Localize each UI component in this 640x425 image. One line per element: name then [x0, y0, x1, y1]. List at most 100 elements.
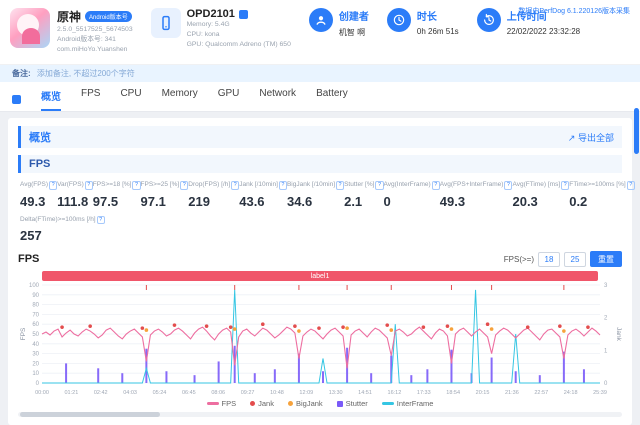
fps-threshold-controls: FPS(>=) 重置 — [504, 251, 622, 268]
stat-Jank [/10min]: Jank [/10min]? 43.6 — [239, 181, 287, 209]
help-icon[interactable]: ? — [180, 181, 189, 190]
stat-label: Var(FPS)? — [57, 181, 93, 190]
help-icon[interactable]: ? — [375, 181, 384, 190]
svg-text:0: 0 — [36, 381, 40, 387]
stat-Avg(FTime) [ms]: Avg(FTime) [ms]? 20.3 — [512, 181, 570, 209]
legend-item-Stutter[interactable]: Stutter — [336, 399, 368, 409]
svg-text:50: 50 — [32, 332, 39, 338]
duration-label: 时长 — [416, 12, 437, 23]
svg-text:04:03: 04:03 — [123, 390, 137, 396]
tab-Battery[interactable]: Battery — [316, 88, 348, 111]
stat-label: BigJank [/10min]? — [287, 181, 345, 190]
upload-time-value: 22/02/2022 23:32:28 — [506, 27, 581, 36]
stat-value: 97.1 — [140, 193, 166, 209]
stat-label: Drop(FPS) [/h]? — [188, 181, 240, 190]
svg-text:0: 0 — [604, 381, 608, 387]
clock-icon — [386, 8, 411, 32]
fps-chart-header: FPS FPS(>=) 重置 — [18, 251, 622, 268]
fps-line — [41, 326, 601, 369]
svg-text:09:27: 09:27 — [241, 390, 255, 396]
svg-text:70: 70 — [32, 313, 39, 319]
tab-Network[interactable]: Network — [259, 88, 296, 111]
reset-button[interactable]: 重置 — [590, 251, 622, 268]
interframe-legend-marker-icon — [381, 402, 394, 406]
help-icon[interactable]: ? — [132, 181, 141, 190]
chart-legend: FPS Jank BigJank Stutter InterFrame — [18, 399, 622, 408]
help-icon[interactable]: ? — [626, 181, 635, 190]
stat-Var(FPS): Var(FPS)? 111.8 — [57, 181, 93, 209]
tab-GPU[interactable]: GPU — [218, 88, 240, 111]
legend-item-Jank[interactable]: Jank — [250, 399, 274, 408]
help-icon[interactable]: ? — [84, 181, 93, 190]
menu-icon[interactable] — [12, 95, 21, 104]
fps-threshold-input-1[interactable] — [538, 251, 560, 267]
note-bar: 备注: 添加备注, 不超过200个字符 — [0, 65, 640, 82]
stat-label: Avg(FTime) [ms]? — [512, 181, 570, 190]
device-memory: Memory: 5.4G — [186, 21, 230, 28]
svg-text:10:48: 10:48 — [270, 390, 284, 396]
legend-item-BigJank[interactable]: BigJank — [287, 399, 323, 408]
stat-BigJank [/10min]: BigJank [/10min]? 34.6 — [287, 181, 345, 209]
chart-label-banner[interactable]: label1 — [42, 271, 598, 282]
overview-section-header: 概览 ↗ 导出全部 — [18, 126, 622, 148]
stat-Avg(FPS+InterFrame): Avg(FPS+InterFrame)? 49.3 — [440, 181, 513, 209]
svg-text:17:33: 17:33 — [417, 390, 431, 396]
app-android-version: Android版本号: 341 — [57, 35, 116, 43]
tab-FPS[interactable]: FPS — [81, 88, 100, 111]
svg-text:22:57: 22:57 — [534, 390, 548, 396]
help-icon[interactable]: ? — [431, 181, 440, 190]
help-icon[interactable]: ? — [336, 181, 345, 190]
app-package: com.miHoYo.Yuanshen — [57, 45, 128, 53]
svg-text:06:45: 06:45 — [182, 390, 196, 396]
fps-chart[interactable]: 0 10 20 30 40 50 60 70 80 90 100 0 1 2 3 FPS Jank 00:00 01… — [18, 281, 622, 399]
jank-dots — [60, 322, 590, 331]
horizontal-scrollbar[interactable] — [18, 412, 622, 418]
jank-legend-marker-icon — [250, 401, 256, 407]
svg-text:2: 2 — [604, 316, 608, 322]
tab-CPU[interactable]: CPU — [120, 88, 141, 111]
legend-label: FPS — [221, 399, 237, 409]
fps-threshold-input-2[interactable] — [564, 251, 586, 267]
stat-value: 111.8 — [57, 193, 89, 209]
fps-section-title: FPS — [29, 158, 51, 170]
stat-FPS>=18 [%]: FPS>=18 [%]? 97.5 — [93, 181, 141, 209]
stat-label: Stutter [%]? — [344, 181, 384, 190]
svg-text:12:09: 12:09 — [299, 390, 313, 396]
device-badge-icon — [238, 9, 248, 19]
legend-label: Stutter — [345, 399, 368, 409]
stat-label: FPS>=18 [%]? — [93, 181, 141, 190]
help-icon[interactable]: ? — [504, 181, 513, 190]
svg-text:02:42: 02:42 — [94, 390, 108, 396]
creator-label: 创建者 — [338, 12, 369, 23]
vertical-scrollbar-thumb[interactable] — [634, 108, 639, 154]
help-icon[interactable]: ? — [49, 181, 58, 190]
help-icon[interactable]: ? — [96, 215, 105, 225]
stat-value: 219 — [188, 193, 210, 209]
help-icon[interactable]: ? — [231, 181, 240, 190]
horizontal-scrollbar-thumb[interactable] — [20, 412, 160, 418]
stat-value: 257 — [20, 228, 42, 244]
fps-chart-title: FPS — [18, 253, 40, 266]
svg-text:24:18: 24:18 — [564, 390, 578, 396]
legend-item-InterFrame[interactable]: InterFrame — [381, 399, 433, 408]
help-icon[interactable]: ? — [278, 181, 287, 190]
tab-概览[interactable]: 概览 — [41, 88, 61, 111]
svg-text:80: 80 — [32, 303, 39, 309]
help-icon[interactable]: ? — [561, 181, 570, 190]
overview-card: 概览 ↗ 导出全部 FPS Avg(FPS)? 49.3 Var(FPS)? 111.… — [8, 118, 635, 425]
phone-icon — [150, 8, 181, 38]
stutter-legend-marker-icon — [336, 400, 343, 407]
svg-text:08:06: 08:06 — [211, 390, 225, 396]
device-info: OPD2101 Memory: 5.4G CPU: kona GPU: Qual… — [187, 8, 291, 60]
stat-label: FTime>=100ms [%]? — [569, 181, 635, 190]
app-block: 原神 Android版本号 2.5.0_5517525_5674503 Andr… — [10, 8, 133, 60]
device-name: OPD2101 — [186, 8, 235, 20]
svg-text:25:39: 25:39 — [593, 390, 607, 396]
device-gpu: GPU: Qualcomm Adreno (TM) 650 — [186, 40, 291, 48]
tab-Memory[interactable]: Memory — [162, 88, 198, 111]
stat-value: 0 — [383, 193, 391, 209]
note-placeholder-text[interactable]: 添加备注, 不超过200个字符 — [37, 69, 135, 78]
export-all-link[interactable]: ↗ 导出全部 — [568, 131, 614, 144]
legend-item-FPS[interactable]: FPS — [206, 399, 237, 409]
svg-text:14:51: 14:51 — [358, 390, 372, 396]
